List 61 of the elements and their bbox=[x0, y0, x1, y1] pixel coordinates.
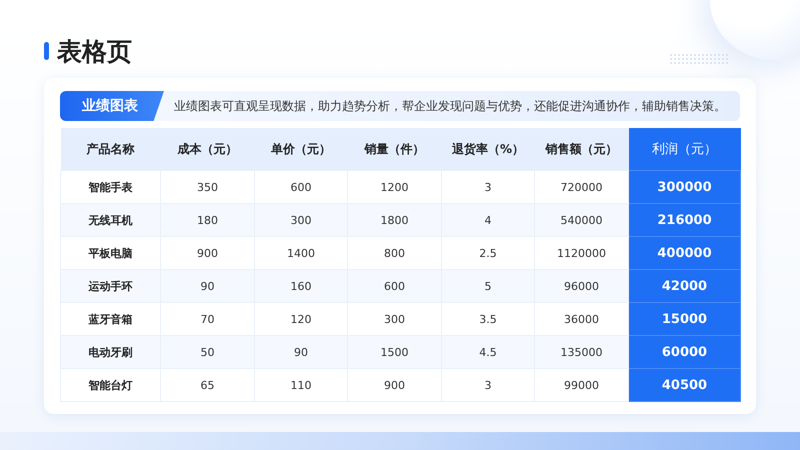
table-cell: 智能台灯 bbox=[60, 368, 160, 402]
table-cell: 1400 bbox=[254, 236, 348, 270]
title-accent-bar bbox=[44, 42, 49, 60]
table-cell: 90 bbox=[254, 336, 348, 368]
table-cell: 3 bbox=[442, 170, 534, 204]
table-cell: 2.5 bbox=[442, 236, 534, 270]
table-cell: 350 bbox=[160, 170, 254, 204]
table-cell: 600 bbox=[348, 270, 442, 302]
column-header: 利润（元） bbox=[628, 128, 740, 170]
table-cell: 600 bbox=[254, 170, 348, 204]
table-cell: 3.5 bbox=[442, 302, 534, 336]
table-cell: 4 bbox=[442, 204, 534, 236]
column-header: 单价（元） bbox=[254, 128, 348, 170]
table-cell: 300 bbox=[348, 302, 442, 336]
table-cell: 15000 bbox=[628, 302, 740, 336]
banner-tag: 业绩图表 bbox=[60, 91, 164, 121]
table-cell: 110 bbox=[254, 368, 348, 402]
table-cell: 99000 bbox=[534, 368, 628, 402]
table-cell: 180 bbox=[160, 204, 254, 236]
dot-pattern-icon bbox=[670, 53, 728, 65]
table-cell: 900 bbox=[160, 236, 254, 270]
table-cell: 40500 bbox=[628, 368, 740, 402]
page-title: 表格页 bbox=[57, 36, 132, 68]
table-cell: 160 bbox=[254, 270, 348, 302]
banner-text: 业绩图表可直观呈现数据，助力趋势分析，帮企业发现问题与优势，还能促进沟通协作，辅助销售决策。 bbox=[174, 98, 726, 114]
table-cell: 5 bbox=[442, 270, 534, 302]
table-cell: 平板电脑 bbox=[60, 236, 160, 270]
column-header: 产品名称 bbox=[60, 128, 160, 170]
table-cell: 800 bbox=[348, 236, 442, 270]
table-cell: 300 bbox=[254, 204, 348, 236]
table-cell: 无线耳机 bbox=[60, 204, 160, 236]
table-cell: 540000 bbox=[534, 204, 628, 236]
table-cell: 智能手表 bbox=[60, 170, 160, 204]
table-cell: 运动手环 bbox=[60, 270, 160, 302]
table-cell: 216000 bbox=[628, 204, 740, 236]
table-cell: 400000 bbox=[628, 236, 740, 270]
table-cell: 1120000 bbox=[534, 236, 628, 270]
table-cell: 4.5 bbox=[442, 336, 534, 368]
table-cell: 60000 bbox=[628, 336, 740, 368]
table-cell: 120 bbox=[254, 302, 348, 336]
column-header: 成本（元） bbox=[160, 128, 254, 170]
table-cell: 70 bbox=[160, 302, 254, 336]
table-cell: 300000 bbox=[628, 170, 740, 204]
column-header: 销售额（元） bbox=[534, 128, 628, 170]
table-cell: 42000 bbox=[628, 270, 740, 302]
table-cell: 720000 bbox=[534, 170, 628, 204]
table-cell: 65 bbox=[160, 368, 254, 402]
column-header: 销量（件） bbox=[348, 128, 442, 170]
table-cell: 1800 bbox=[348, 204, 442, 236]
table-cell: 1500 bbox=[348, 336, 442, 368]
table-cell: 900 bbox=[348, 368, 442, 402]
table-cell: 90 bbox=[160, 270, 254, 302]
table-cell: 蓝牙音箱 bbox=[60, 302, 160, 336]
table-cell: 96000 bbox=[534, 270, 628, 302]
column-header: 退货率（%） bbox=[442, 128, 534, 170]
table-cell: 50 bbox=[160, 336, 254, 368]
table-cell: 3 bbox=[442, 368, 534, 402]
table-cell: 36000 bbox=[534, 302, 628, 336]
table-cell: 1200 bbox=[348, 170, 442, 204]
table-cell: 电动牙刷 bbox=[60, 336, 160, 368]
table-cell: 135000 bbox=[534, 336, 628, 368]
